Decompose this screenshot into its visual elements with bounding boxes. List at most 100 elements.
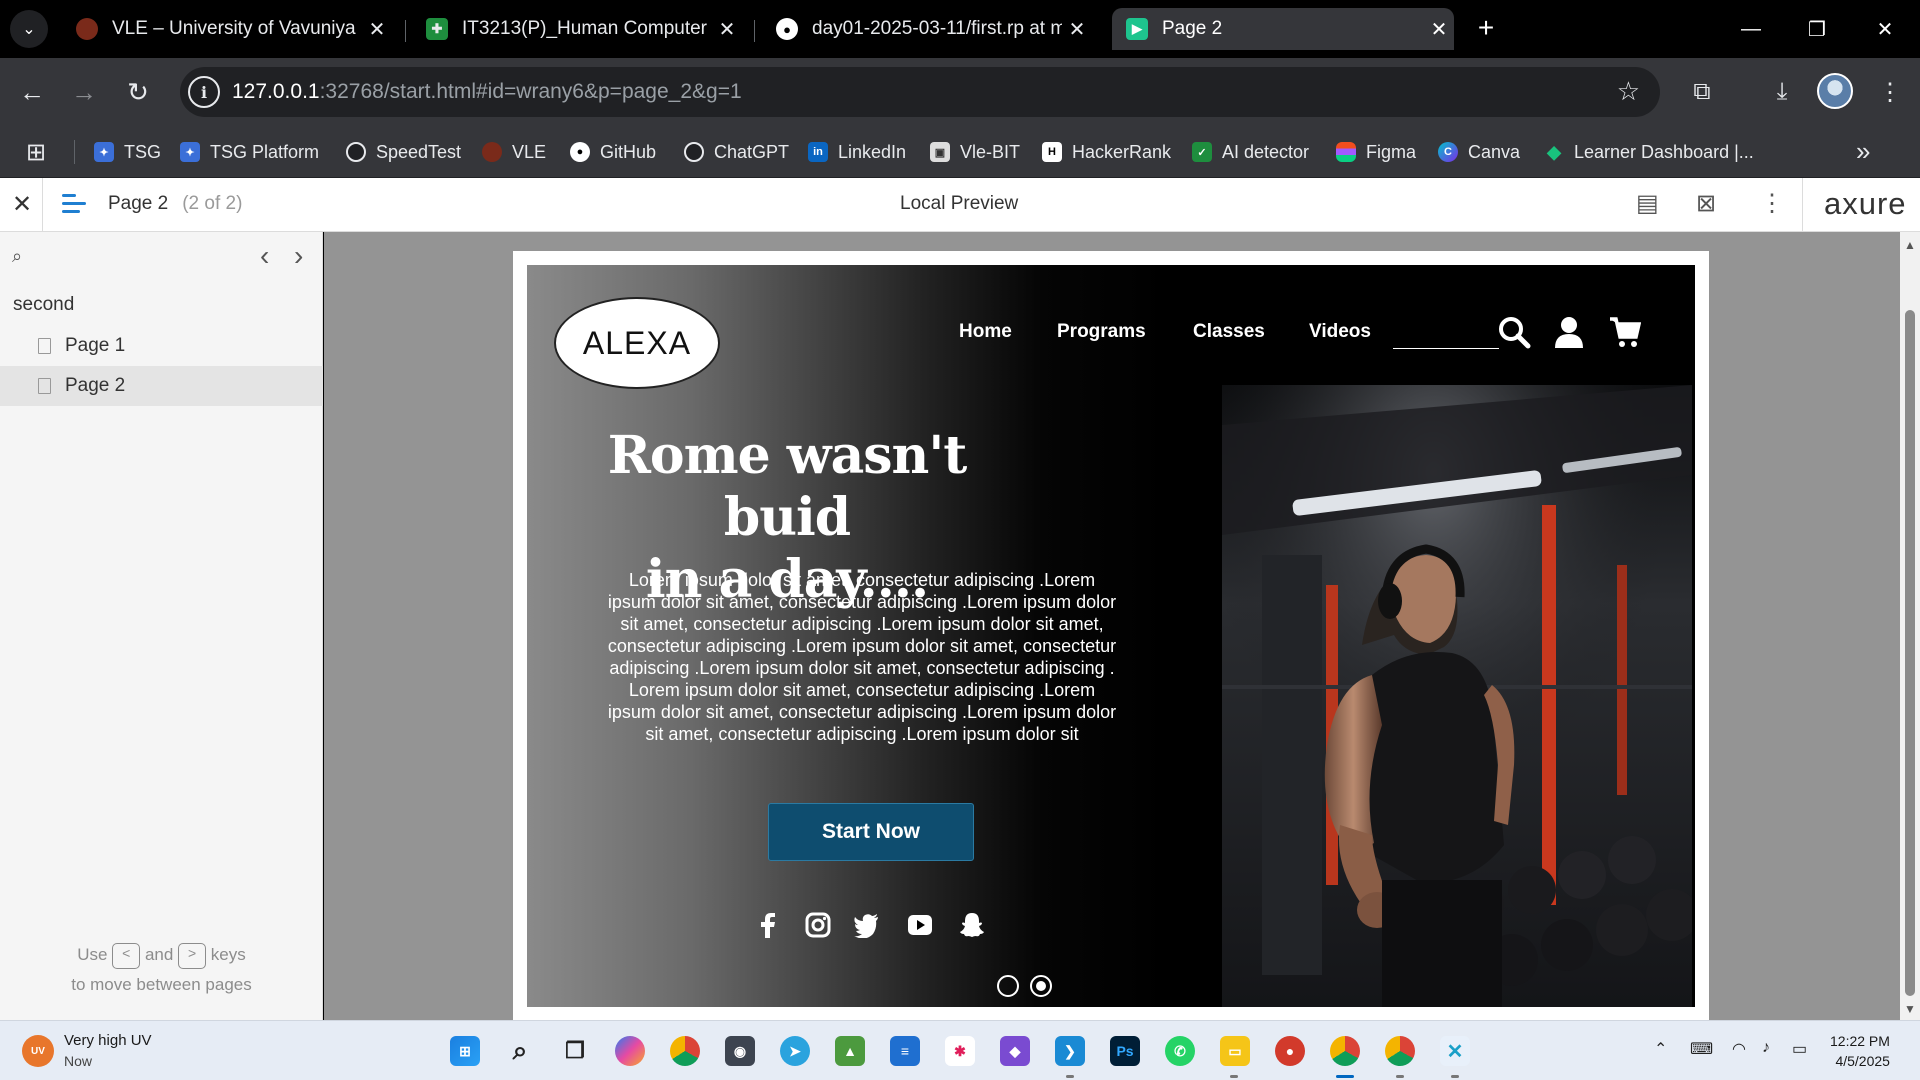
- task-view-icon[interactable]: ❐: [560, 1036, 590, 1066]
- bookmark-figma[interactable]: Figma: [1336, 137, 1416, 167]
- whatsapp-icon[interactable]: ✆: [1165, 1036, 1195, 1066]
- search-icon[interactable]: [1497, 315, 1531, 349]
- nav-programs[interactable]: Programs: [1057, 321, 1146, 343]
- nav-videos[interactable]: Videos: [1309, 321, 1371, 343]
- bookmark-tsg-platform[interactable]: ✦ TSG Platform: [180, 137, 319, 167]
- bookmark-github[interactable]: ● GitHub: [570, 137, 656, 167]
- axure-logo: axure: [1824, 186, 1907, 221]
- slide-dot-2[interactable]: [1030, 975, 1052, 997]
- character-app-icon[interactable]: ●: [1275, 1036, 1305, 1066]
- bookmark-vle-bit[interactable]: ▣ Vle-BIT: [930, 137, 1020, 167]
- bookmark-vle[interactable]: VLE: [482, 137, 546, 167]
- page-item-2[interactable]: Page 2: [0, 366, 323, 406]
- bookmark-learner-dashboard[interactable]: ◆ Learner Dashboard |...: [1544, 137, 1754, 167]
- restore-button[interactable]: ❐: [1784, 0, 1850, 58]
- camera-icon[interactable]: ◉: [725, 1036, 755, 1066]
- vscode-icon[interactable]: ❯: [1055, 1036, 1085, 1066]
- weather-widget[interactable]: Very high UV Now: [64, 1031, 152, 1071]
- photoshop-icon[interactable]: Ps: [1110, 1036, 1140, 1066]
- show-hidden-icons[interactable]: ⌃: [1654, 1039, 1667, 1059]
- visual-studio-icon[interactable]: ◆: [1000, 1036, 1030, 1066]
- nav-home[interactable]: Home: [959, 321, 1012, 343]
- next-page-icon[interactable]: ›: [294, 240, 303, 272]
- more-bookmarks-icon[interactable]: »: [1856, 136, 1870, 167]
- page-item-1[interactable]: Page 1: [0, 326, 323, 366]
- system-clock[interactable]: 12:22 PM 4/5/2025: [1830, 1031, 1890, 1071]
- axure-header: ✕ Page 2 (2 of 2) Local Preview ▤ ⊠ ⋮ axu…: [0, 178, 1920, 232]
- start-now-button[interactable]: Start Now: [768, 803, 974, 861]
- image-editor-icon[interactable]: ▲: [835, 1036, 865, 1066]
- url-text[interactable]: 127.0.0.1:32768/start.html#id=wrany6&p=p…: [232, 80, 742, 104]
- tab-search-button[interactable]: ⌄: [10, 10, 48, 48]
- chrome-profile-1-icon[interactable]: [1330, 1036, 1360, 1066]
- axure-rp-icon[interactable]: ✕: [1440, 1036, 1470, 1066]
- reload-button[interactable]: ↻: [118, 72, 158, 112]
- twitter-icon[interactable]: [853, 912, 879, 938]
- copilot-icon[interactable]: [615, 1036, 645, 1066]
- tab-sheets[interactable]: ✚ IT3213(P)_Human Computer Int ✕: [412, 8, 742, 50]
- apps-grid-icon[interactable]: ⊞: [26, 138, 46, 167]
- bookmark-ai-detector[interactable]: ✓ AI detector: [1192, 137, 1309, 167]
- search-icon[interactable]: ⌕: [12, 246, 22, 267]
- start-menu-icon[interactable]: ⊞: [450, 1036, 480, 1066]
- site-info-icon[interactable]: i: [188, 76, 220, 108]
- weather-icon[interactable]: UV: [22, 1035, 54, 1067]
- scroll-up-icon[interactable]: ▲: [1904, 238, 1916, 252]
- youtube-icon[interactable]: [907, 912, 933, 938]
- forward-button[interactable]: →: [64, 72, 104, 112]
- bookmark-hackerrank[interactable]: H HackerRank: [1042, 137, 1171, 167]
- volume-icon[interactable]: ♪: [1762, 1039, 1770, 1057]
- sitemap-menu-icon[interactable]: [62, 194, 86, 218]
- bookmark-linkedin[interactable]: in LinkedIn: [808, 137, 906, 167]
- site-logo[interactable]: ALEXA: [554, 297, 720, 389]
- close-window-button[interactable]: ✕: [1852, 0, 1918, 58]
- download-icon[interactable]: ⤓: [1762, 72, 1802, 112]
- tab-close-icon[interactable]: ✕: [1424, 17, 1454, 42]
- battery-icon[interactable]: ▭: [1792, 1039, 1807, 1059]
- vertical-scrollbar[interactable]: ▲ ▼: [1900, 232, 1920, 1020]
- bookmark-canva[interactable]: C Canva: [1438, 137, 1520, 167]
- address-bar[interactable]: i 127.0.0.1:32768/start.html#id=wrany6&p…: [180, 67, 1660, 117]
- inspect-icon[interactable]: ⊠: [1696, 189, 1716, 218]
- snapchat-icon[interactable]: [959, 912, 985, 938]
- file-explorer-icon[interactable]: ▭: [1220, 1036, 1250, 1066]
- slack-icon[interactable]: ✱: [945, 1036, 975, 1066]
- slide-dot-1[interactable]: [997, 975, 1019, 997]
- back-button[interactable]: ←: [12, 72, 52, 112]
- scroll-down-icon[interactable]: ▼: [1904, 1002, 1916, 1016]
- tab-vle[interactable]: VLE – University of Vavuniya ✕: [62, 8, 392, 50]
- tab-close-icon[interactable]: ✕: [1062, 17, 1092, 42]
- bookmark-star-icon[interactable]: ☆: [1617, 76, 1640, 107]
- bookmark-chatgpt[interactable]: ChatGPT: [684, 137, 789, 167]
- bookmark-speedtest[interactable]: SpeedTest: [346, 137, 461, 167]
- facebook-icon[interactable]: [755, 912, 781, 938]
- notes-icon[interactable]: ▤: [1636, 189, 1659, 218]
- site-search-input[interactable]: [1393, 319, 1499, 349]
- extensions-icon[interactable]: ⧉: [1682, 72, 1722, 112]
- tab-github[interactable]: ● day01-2025-03-11/first.rp at m ✕: [762, 8, 1092, 50]
- user-icon[interactable]: [1553, 315, 1585, 349]
- more-options-icon[interactable]: ⋮: [1760, 189, 1784, 218]
- previous-page-icon[interactable]: ‹: [260, 240, 269, 272]
- tab-page-2[interactable]: ▶ Page 2 ✕: [1112, 8, 1454, 50]
- search-icon[interactable]: ⌕: [505, 1035, 535, 1066]
- bookmark-tsg[interactable]: ✦ TSG: [94, 137, 161, 167]
- new-tab-button[interactable]: +: [1468, 10, 1504, 46]
- nav-classes[interactable]: Classes: [1193, 321, 1265, 343]
- tab-title: IT3213(P)_Human Computer Int: [462, 18, 712, 39]
- keyboard-icon[interactable]: ⌨: [1690, 1039, 1713, 1059]
- notepad-icon[interactable]: ≡: [890, 1036, 920, 1066]
- minimize-button[interactable]: —: [1718, 0, 1784, 58]
- instagram-icon[interactable]: [805, 912, 831, 938]
- profile-avatar[interactable]: [1817, 73, 1853, 109]
- cart-icon[interactable]: [1609, 315, 1641, 349]
- chrome-icon[interactable]: [670, 1036, 700, 1066]
- telegram-icon[interactable]: ➤: [780, 1036, 810, 1066]
- tab-close-icon[interactable]: ✕: [712, 17, 742, 42]
- chrome-menu-icon[interactable]: ⋮: [1870, 72, 1910, 112]
- chrome-profile-2-icon[interactable]: [1385, 1036, 1415, 1066]
- wifi-icon[interactable]: ◠: [1732, 1039, 1746, 1059]
- tab-close-icon[interactable]: ✕: [362, 17, 392, 42]
- close-sidebar-icon[interactable]: ✕: [12, 190, 32, 219]
- scroll-thumb[interactable]: [1905, 310, 1915, 996]
